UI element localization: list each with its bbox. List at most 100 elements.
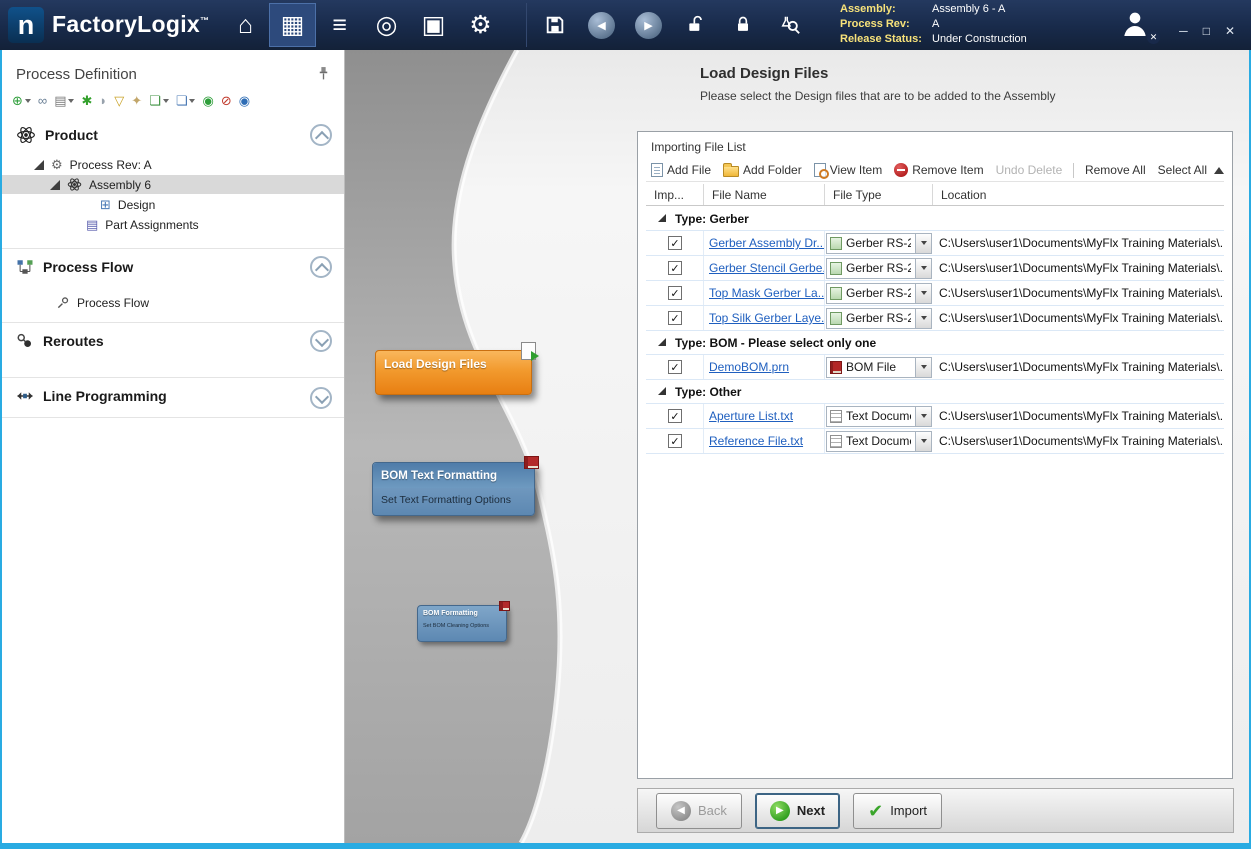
expand-down-button[interactable]	[310, 387, 332, 409]
sync-button[interactable]: ◉	[202, 94, 213, 108]
product-section-header[interactable]: Product	[2, 116, 344, 154]
add-folder-button[interactable]: Add Folder	[718, 161, 807, 179]
group-row-bom[interactable]: Type: BOM - Please select only one	[646, 331, 1224, 355]
select-all-button[interactable]: Select All	[1153, 161, 1212, 179]
combo-dropdown-icon[interactable]	[915, 407, 931, 426]
process-editor-button[interactable]: ▦	[269, 3, 316, 47]
tree-item-design[interactable]: ⊞ Design	[2, 195, 344, 214]
row-checkbox[interactable]: ✓	[668, 261, 682, 275]
lamp-button[interactable]: ◗	[99, 94, 107, 108]
row-checkbox[interactable]: ✓	[668, 360, 682, 374]
file-name-link[interactable]: Top Mask Gerber La...	[709, 286, 825, 300]
close-button[interactable]: ✕	[1225, 24, 1235, 38]
group-expander-icon[interactable]	[658, 387, 667, 396]
navigator-button[interactable]: ◎	[363, 3, 410, 47]
tree-item-process-flow[interactable]: Process Flow	[2, 293, 344, 312]
process-flow-section-header[interactable]: Process Flow	[2, 248, 344, 285]
user-button[interactable]: ✕	[1118, 8, 1158, 42]
file-name-link[interactable]: Aperture List.txt	[709, 409, 793, 423]
combo-dropdown-icon[interactable]	[915, 432, 931, 451]
layers-alt-button[interactable]: ❏	[176, 94, 196, 108]
expand-down-button[interactable]	[310, 330, 332, 352]
workflow-node-bom-text-formatting[interactable]: BOM Text Formatting Set Text Formatting …	[372, 462, 535, 516]
print-button[interactable]: ▤	[54, 94, 74, 108]
reroutes-section-header[interactable]: Reroutes	[2, 322, 344, 359]
tree-item-part-assignments[interactable]: ▤ Part Assignments	[2, 215, 344, 234]
combo-dropdown-icon[interactable]	[915, 234, 931, 253]
group-expander-icon[interactable]	[658, 338, 667, 347]
file-type-combo[interactable]: BOM File	[826, 357, 932, 378]
file-name-link[interactable]: DemoBOM.prn	[709, 360, 789, 374]
row-checkbox[interactable]: ✓	[668, 434, 682, 448]
remove-all-button[interactable]: Remove All	[1080, 161, 1151, 179]
home-button[interactable]: ⌂	[222, 3, 269, 47]
table-row[interactable]: ✓ Gerber Stencil Gerbe... Gerber RS-274 …	[646, 256, 1224, 281]
info-button[interactable]: ◉	[239, 94, 250, 108]
expander-icon[interactable]	[34, 160, 44, 170]
next-button[interactable]: ▶ Next	[755, 793, 840, 829]
table-row[interactable]: ✓ Top Silk Gerber Laye... Gerber RS-274 …	[646, 306, 1224, 331]
import-button[interactable]: ✔ Import	[853, 793, 942, 829]
save-button[interactable]	[531, 3, 578, 47]
table-row[interactable]: ✓ Reference File.txt Text Documen... C:\…	[646, 429, 1224, 454]
pin-button[interactable]	[317, 66, 330, 85]
settings-button[interactable]: ⚙	[457, 3, 504, 47]
combo-dropdown-icon[interactable]	[915, 358, 931, 377]
line-programming-section-header[interactable]: Line Programming	[2, 377, 344, 418]
lock-button[interactable]	[719, 3, 766, 47]
column-header-file-name[interactable]: File Name	[704, 184, 825, 205]
file-type-combo[interactable]: Gerber RS-274	[826, 233, 932, 254]
file-type-combo[interactable]: Gerber RS-274	[826, 258, 932, 279]
group-row-other[interactable]: Type: Other	[646, 380, 1224, 404]
tree-item-assembly[interactable]: Assembly 6	[2, 175, 344, 194]
audit-search-button[interactable]	[766, 3, 813, 47]
table-row[interactable]: ✓ Top Mask Gerber La... Gerber RS-274 C:…	[646, 281, 1224, 306]
minimize-button[interactable]: ─	[1179, 24, 1188, 38]
group-expander-icon[interactable]	[658, 214, 667, 223]
collapse-corner-icon[interactable]	[1214, 167, 1224, 174]
collapse-up-button[interactable]	[310, 256, 332, 278]
row-checkbox[interactable]: ✓	[668, 286, 682, 300]
file-type-combo[interactable]: Gerber RS-274	[826, 283, 932, 304]
unlock-button[interactable]	[672, 3, 719, 47]
file-name-link[interactable]: Reference File.txt	[709, 434, 803, 448]
back-button[interactable]: ◀ Back	[656, 793, 742, 829]
add-button[interactable]: ⊕	[12, 94, 31, 108]
workflow-node-load-design-files[interactable]: Load Design Files	[375, 350, 532, 395]
table-row[interactable]: ✓ Aperture List.txt Text Documen... C:\U…	[646, 404, 1224, 429]
star-button[interactable]: ✦	[131, 94, 142, 108]
add-file-button[interactable]: Add File	[646, 161, 716, 179]
refresh-button[interactable]: ✱	[81, 94, 92, 108]
file-name-link[interactable]: Gerber Assembly Dr...	[709, 236, 825, 250]
row-checkbox[interactable]: ✓	[668, 311, 682, 325]
view-item-button[interactable]: View Item	[809, 161, 887, 179]
workflow-node-bom-formatting[interactable]: BOM Formatting Set BOM Cleaning Options	[417, 605, 507, 642]
combo-dropdown-icon[interactable]	[915, 259, 931, 278]
layers-button[interactable]: ❏	[149, 94, 169, 108]
row-checkbox[interactable]: ✓	[668, 236, 682, 250]
table-row[interactable]: ✓ DemoBOM.prn BOM File C:\Users\user1\Do…	[646, 355, 1224, 380]
flask-button[interactable]: ▽	[114, 94, 124, 108]
maximize-button[interactable]: □	[1203, 24, 1210, 38]
expander-icon[interactable]	[50, 180, 60, 190]
undo-delete-button[interactable]: Undo Delete	[991, 161, 1068, 179]
documents-button[interactable]: ▣	[410, 3, 457, 47]
hyperlink-button[interactable]: ∞	[38, 94, 47, 108]
combo-dropdown-icon[interactable]	[915, 284, 931, 303]
column-header-import[interactable]: Imp...	[646, 184, 704, 205]
tree-item-process-rev[interactable]: ⚙ Process Rev: A	[2, 155, 344, 174]
column-header-file-type[interactable]: File Type	[825, 184, 933, 205]
collapse-up-button[interactable]	[310, 124, 332, 146]
table-row[interactable]: ✓ Gerber Assembly Dr... Gerber RS-274 C:…	[646, 231, 1224, 256]
group-row-gerber[interactable]: Type: Gerber	[646, 207, 1224, 231]
file-name-link[interactable]: Top Silk Gerber Laye...	[709, 311, 825, 325]
row-checkbox[interactable]: ✓	[668, 409, 682, 423]
column-header-location[interactable]: Location	[933, 184, 1224, 205]
file-type-combo[interactable]: Gerber RS-274	[826, 308, 932, 329]
back-nav-button[interactable]: ◀	[578, 3, 625, 47]
data-button[interactable]: ≡	[316, 3, 363, 47]
file-name-link[interactable]: Gerber Stencil Gerbe...	[709, 261, 825, 275]
combo-dropdown-icon[interactable]	[915, 309, 931, 328]
forward-nav-button[interactable]: ▶	[625, 3, 672, 47]
file-type-combo[interactable]: Text Documen...	[826, 406, 932, 427]
